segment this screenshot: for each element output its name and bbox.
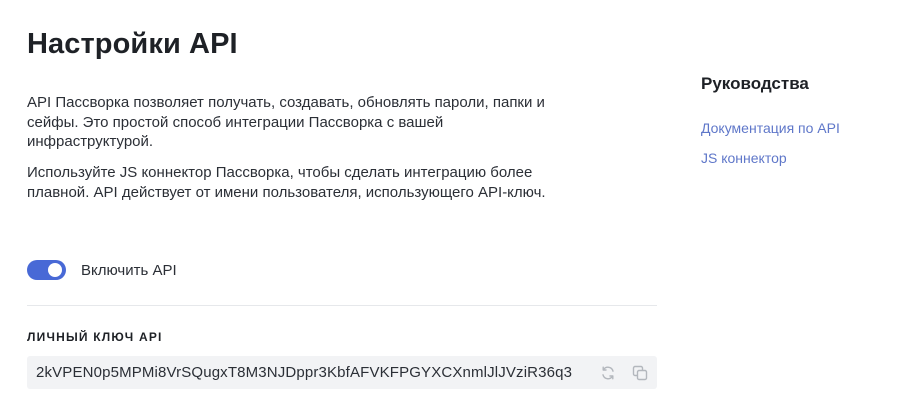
- api-description: API Пассворка позволяет получать, создав…: [27, 94, 545, 150]
- personal-api-key-heading: ЛИЧНЫЙ КЛЮЧ API: [27, 330, 163, 344]
- divider: [27, 305, 657, 306]
- page-title: Настройки API: [27, 28, 238, 60]
- enable-api-toggle[interactable]: [27, 260, 66, 280]
- refresh-icon[interactable]: [598, 363, 618, 383]
- api-key-field: 2kVPEN0p5MPMi8VrSQugxT8M3NJDppr3KbfAFVKF…: [27, 356, 657, 389]
- api-key-value[interactable]: 2kVPEN0p5MPMi8VrSQugxT8M3NJDppr3KbfAFVKF…: [36, 364, 584, 381]
- copy-icon[interactable]: [630, 363, 650, 383]
- toggle-knob: [48, 263, 62, 277]
- js-connector-link[interactable]: JS коннектор: [701, 150, 787, 166]
- js-connector-description: Используйте JS коннектор Пассворка, чтоб…: [27, 164, 546, 201]
- enable-api-label: Включить API: [81, 261, 177, 279]
- enable-api-row[interactable]: Включить API: [27, 260, 177, 280]
- api-documentation-link[interactable]: Документация по API: [701, 120, 840, 136]
- guides-title: Руководства: [701, 74, 809, 93]
